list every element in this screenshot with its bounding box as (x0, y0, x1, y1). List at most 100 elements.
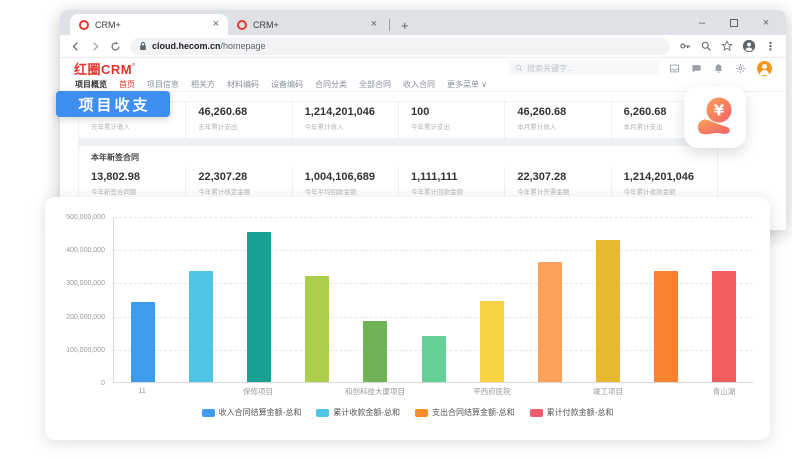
nav-menu: 项目概览 首页 项目信息 相关方 材料编码 设备编码 合同分类 全部合同 收入合同 更多菜单 ∨ (60, 77, 786, 92)
tab-divider (389, 19, 390, 31)
bar[interactable] (247, 232, 271, 382)
legend-chip (202, 409, 215, 417)
stats-section-title: 本年新签合同 (79, 146, 717, 167)
address-bar[interactable]: cloud.hecom.cn/homepage (130, 38, 670, 55)
browser-menu-icon[interactable]: ⋮ (765, 40, 776, 53)
y-tick-label: 300,000,000 (66, 280, 105, 287)
bar[interactable] (422, 336, 446, 382)
legend-label: 支出合同结算金额-总和 (432, 407, 515, 418)
bar[interactable] (363, 321, 387, 382)
y-tick-label: 500,000,000 (66, 214, 105, 221)
stat-item: 100 今年累计支出 (398, 102, 504, 138)
bar-slot (579, 217, 637, 382)
stat-value: 100 (411, 106, 504, 118)
tab-title: CRM+ (253, 20, 365, 30)
nav-item[interactable]: 更多菜单 ∨ (447, 79, 487, 90)
bookmark-star-icon[interactable] (721, 40, 733, 52)
bar[interactable] (305, 276, 329, 382)
new-tab-button[interactable]: + (401, 19, 409, 32)
nav-item[interactable]: 设备编码 (271, 79, 303, 90)
x-tick-label: 保修项目 (229, 386, 287, 397)
stat-label: 今年累计支出 (411, 121, 504, 131)
bar[interactable] (712, 271, 736, 382)
chart-legend: 收入合同结算金额-总和 累计收款金额-总和 支出合同结算金额-总和 累计付款金额-总和 (45, 407, 770, 418)
url-domain: cloud.hecom.cn (152, 41, 221, 51)
reload-button[interactable] (110, 41, 121, 52)
stat-value: 1,214,201,046 (624, 171, 717, 183)
crm-logo: 红圈CRM° (74, 59, 135, 78)
stat-label: 去年累计支出 (198, 121, 291, 131)
stat-value: 13,802.98 (91, 171, 185, 183)
padlock-icon (139, 41, 147, 51)
header-icons (669, 61, 772, 76)
stat-value: 1,004,106,689 (305, 171, 398, 183)
bar[interactable] (654, 271, 678, 382)
bell-icon[interactable] (713, 63, 724, 74)
stat-item: 46,260.68去年累计支出 (185, 102, 291, 138)
nav-item[interactable]: 项目概览 (75, 79, 107, 90)
x-tick-label: 和创科技大厦项目 (345, 386, 405, 397)
nav-item[interactable]: 项目信息 (147, 79, 179, 90)
legend-item[interactable]: 收入合同结算金额-总和 (202, 407, 302, 418)
legend-item[interactable]: 累计付款金额-总和 (530, 407, 614, 418)
x-axis-labels: 11保修项目和创科技大厦项目平西府医院竣工项目青山湖 (113, 386, 753, 397)
legend-item[interactable]: 累计收款金额-总和 (316, 407, 400, 418)
bar[interactable] (131, 302, 155, 382)
legend-chip (415, 409, 428, 417)
bar-slot (114, 217, 172, 382)
bar-slot (230, 217, 288, 382)
browser-tab-2[interactable]: CRM+ × (228, 14, 386, 35)
crm-search-box[interactable] (509, 61, 659, 75)
user-avatar[interactable] (757, 61, 772, 76)
bar-slot (637, 217, 695, 382)
bar[interactable] (538, 262, 562, 382)
stat-item: 1,214,201,046今年累计收入 (292, 102, 398, 138)
bar[interactable] (596, 240, 620, 382)
x-tick-label (521, 386, 579, 397)
url-text: cloud.hecom.cn/homepage (152, 41, 266, 51)
maximize-button[interactable] (718, 10, 750, 35)
y-tick-label: 0 (101, 380, 105, 387)
stat-value: 22,307.28 (198, 171, 291, 183)
forward-button[interactable] (90, 41, 101, 52)
close-button[interactable]: × (750, 10, 782, 35)
tab-close-icon[interactable]: × (371, 19, 377, 30)
minimize-button[interactable]: – (686, 10, 718, 35)
x-tick-label: 11 (113, 386, 171, 397)
stat-label: 去年累计收入 (91, 121, 185, 131)
stats-row-1: 23,820.79去年累计收入46,260.68去年累计支出1,214,201,… (78, 101, 718, 139)
key-icon[interactable] (679, 40, 691, 52)
crm-header: 红圈CRM° (60, 58, 786, 77)
project-income-expense-badge: 项目收支 (56, 91, 170, 117)
search-input[interactable] (527, 64, 637, 73)
bar[interactable] (189, 271, 213, 382)
stat-label: 今年累计核定金额 (198, 186, 291, 196)
message-icon[interactable] (691, 63, 702, 74)
nav-item[interactable]: 材料编码 (227, 79, 259, 90)
bar-slot (695, 217, 753, 382)
tab-close-icon[interactable]: × (213, 19, 219, 30)
stat-value: 22,307.28 (517, 171, 610, 183)
legend-item[interactable]: 支出合同结算金额-总和 (415, 407, 515, 418)
nav-item[interactable]: 收入合同 (403, 79, 435, 90)
x-tick-label (637, 386, 695, 397)
y-axis: 500,000,000400,000,000300,000,000200,000… (51, 217, 105, 383)
inbox-icon[interactable] (669, 63, 680, 74)
stat-value: 1,214,201,046 (305, 106, 398, 118)
nav-item[interactable]: 首页 (119, 79, 135, 90)
bar[interactable] (480, 301, 504, 382)
stat-item: 1,214,201,046今年累计收款金额 (611, 167, 717, 196)
back-button[interactable] (70, 41, 81, 52)
bar-slot (288, 217, 346, 382)
legend-label: 累计收款金额-总和 (333, 407, 400, 418)
nav-item[interactable]: 全部合同 (359, 79, 391, 90)
profile-avatar-icon[interactable] (742, 39, 756, 53)
stat-value: 46,260.68 (517, 106, 610, 118)
settings-gear-icon[interactable] (735, 63, 746, 74)
browser-tab-1[interactable]: CRM+ × (70, 14, 228, 35)
nav-item[interactable]: 合同分类 (315, 79, 347, 90)
stats-row-2: 13,802.98今年新签合同额22,307.28今年累计核定金额1,004,1… (79, 167, 717, 196)
nav-item[interactable]: 相关方 (191, 79, 215, 90)
zoom-icon[interactable] (700, 40, 712, 52)
bar-slot (521, 217, 579, 382)
